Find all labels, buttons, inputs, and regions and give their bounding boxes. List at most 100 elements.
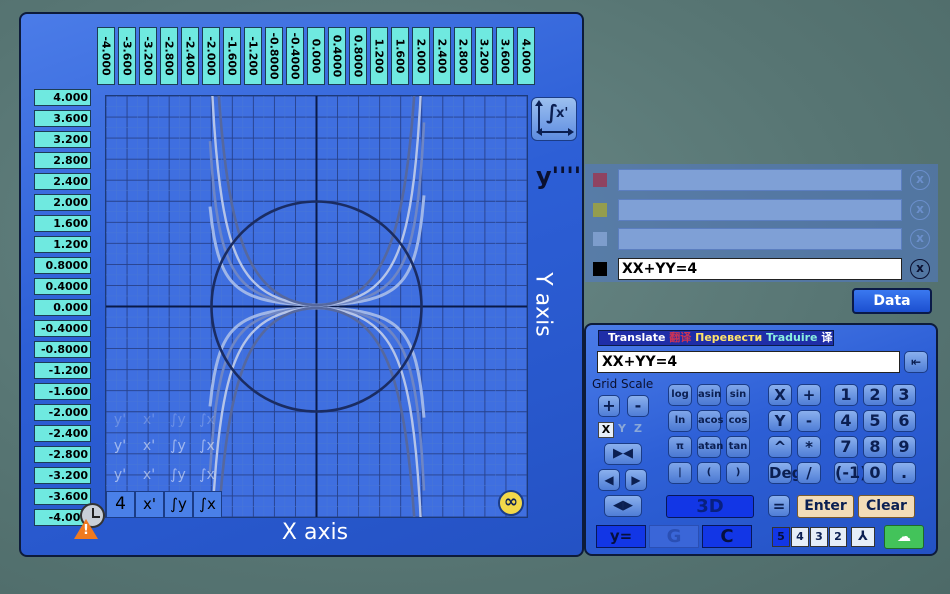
digit-key[interactable]: 9 xyxy=(892,436,916,458)
digit-key[interactable]: 7 xyxy=(834,436,858,458)
operator-key[interactable]: / xyxy=(797,462,821,484)
function-key[interactable]: ( xyxy=(697,462,721,484)
operator-key[interactable]: X xyxy=(768,384,792,406)
operator-key[interactable]: Y xyxy=(768,410,792,432)
3d-button[interactable]: 3D xyxy=(666,495,754,518)
g-button[interactable]: G xyxy=(649,525,699,548)
y-tick-label: 0.4000 xyxy=(34,278,91,295)
operator-key[interactable]: * xyxy=(797,436,821,458)
function-key[interactable]: acos xyxy=(697,410,724,432)
cloud-settings-button[interactable]: ☁ xyxy=(884,525,924,549)
axis-z-toggle[interactable]: Z xyxy=(630,422,646,438)
equation-slot[interactable] xyxy=(618,198,902,221)
equation-color-swatch[interactable] xyxy=(593,232,607,246)
equation-color-swatch[interactable] xyxy=(593,202,607,217)
pan-right-button[interactable]: ▶ xyxy=(625,469,647,491)
y-equals-button[interactable]: y= xyxy=(596,525,646,548)
history-cell[interactable]: x' xyxy=(135,433,163,459)
order-option[interactable]: 3 xyxy=(810,527,828,547)
function-key[interactable]: tan xyxy=(726,436,750,458)
history-cell[interactable]: ∫y xyxy=(164,433,192,459)
x-axis-label: X axis xyxy=(281,520,349,545)
translate-zh2[interactable]: 译 xyxy=(821,331,832,344)
equation-slot[interactable] xyxy=(618,169,902,191)
fork-tool-button[interactable]: ⅄ xyxy=(851,527,875,547)
infinity-zoom-button[interactable]: ∞ xyxy=(498,490,524,516)
grid-scale-minus[interactable]: - xyxy=(627,395,649,417)
digit-key[interactable]: (-1) xyxy=(834,462,867,484)
digit-key[interactable]: 3 xyxy=(892,384,916,406)
history-cell[interactable]: ∫x xyxy=(193,407,221,433)
pan-left-button[interactable]: ◀ xyxy=(598,469,620,491)
operator-key[interactable]: - xyxy=(797,410,821,432)
axis-y-toggle[interactable]: Y xyxy=(614,422,630,438)
history-cell[interactable]: ∫x xyxy=(193,462,221,488)
history-cell[interactable]: ∫y xyxy=(164,462,192,488)
equation-slot[interactable]: XX+YY=4 xyxy=(618,257,902,280)
remove-equation-icon[interactable]: x xyxy=(910,258,930,279)
y-tick-label: -1.600 xyxy=(34,383,91,400)
history-cell[interactable]: x' xyxy=(135,407,163,433)
grid-scale-plus[interactable]: + xyxy=(598,395,620,417)
compress-button[interactable]: ▶◀ xyxy=(604,443,642,465)
history-cell[interactable]: y' xyxy=(106,462,134,488)
remove-equation-icon[interactable]: x xyxy=(910,170,930,190)
digit-key[interactable]: 6 xyxy=(892,410,916,432)
history-cell[interactable]: y' xyxy=(106,407,134,433)
function-key[interactable]: | xyxy=(668,462,692,484)
warning-icon[interactable]: ! xyxy=(74,519,98,539)
history-cell[interactable]: ∫x xyxy=(193,433,221,459)
digit-key[interactable]: 0 xyxy=(863,462,887,484)
integral-x-button[interactable]: ∫x xyxy=(193,491,222,518)
operator-key[interactable]: ^ xyxy=(768,436,792,458)
order-option[interactable]: 4 xyxy=(791,527,809,547)
equation-slot[interactable] xyxy=(618,228,902,250)
c-button[interactable]: C xyxy=(702,525,752,548)
order-value[interactable]: 4 xyxy=(106,491,135,518)
history-cell[interactable]: ∫y xyxy=(164,407,192,433)
remove-equation-icon[interactable]: x xyxy=(910,199,930,220)
digit-key[interactable]: 2 xyxy=(863,384,887,406)
x-tick-label-text: 0.8000 xyxy=(351,34,365,78)
function-key[interactable]: atan xyxy=(697,436,723,458)
history-cell[interactable]: y' xyxy=(106,433,134,459)
translate-fr[interactable]: Traduire xyxy=(766,331,818,344)
operator-key[interactable]: + xyxy=(797,384,821,406)
y-tick-label: 2.000 xyxy=(34,194,91,211)
expand-button[interactable]: ◀▶ xyxy=(604,495,642,517)
function-key[interactable]: asin xyxy=(697,384,721,406)
backspace-button[interactable]: ⇤ xyxy=(904,351,928,373)
enter-button[interactable]: Enter xyxy=(797,495,854,518)
axis-tool-button[interactable]: ∫ x' xyxy=(531,97,577,141)
function-key[interactable]: cos xyxy=(726,410,750,432)
digit-key[interactable]: 5 xyxy=(863,410,887,432)
digit-key[interactable]: . xyxy=(892,462,916,484)
digit-key[interactable]: 4 xyxy=(834,410,858,432)
function-key[interactable]: ln xyxy=(668,410,692,432)
translate-ru[interactable]: Перевести xyxy=(695,331,762,344)
operator-key[interactable]: Deg xyxy=(768,462,802,484)
digit-key[interactable]: 8 xyxy=(863,436,887,458)
function-key[interactable]: sin xyxy=(726,384,750,406)
function-key[interactable]: π xyxy=(668,436,692,458)
translate-bar[interactable]: Translate 翻译 Перевести Traduire 译 xyxy=(598,330,834,346)
axis-x-toggle[interactable]: X xyxy=(598,422,614,438)
history-cell[interactable]: x' xyxy=(135,462,163,488)
x-prime-button[interactable]: x' xyxy=(135,491,164,518)
translate-en[interactable]: Translate xyxy=(608,331,665,344)
function-key[interactable]: ) xyxy=(726,462,750,484)
data-button[interactable]: Data xyxy=(852,288,932,314)
clear-button[interactable]: Clear xyxy=(858,495,915,518)
equation-color-swatch[interactable] xyxy=(593,261,607,276)
translate-zh[interactable]: 翻译 xyxy=(669,331,691,344)
equation-color-swatch[interactable] xyxy=(593,173,607,187)
equation-input[interactable]: XX+YY=4 xyxy=(597,351,900,373)
x-tick-label-text: 2.800 xyxy=(456,38,470,74)
digit-key[interactable]: 1 xyxy=(834,384,858,406)
order-option[interactable]: 2 xyxy=(829,527,847,547)
order-option[interactable]: 5 xyxy=(772,527,790,547)
equals-button[interactable]: = xyxy=(768,495,790,517)
function-key[interactable]: log xyxy=(668,384,692,406)
remove-equation-icon[interactable]: x xyxy=(910,229,930,249)
integral-y-button[interactable]: ∫y xyxy=(164,491,193,518)
